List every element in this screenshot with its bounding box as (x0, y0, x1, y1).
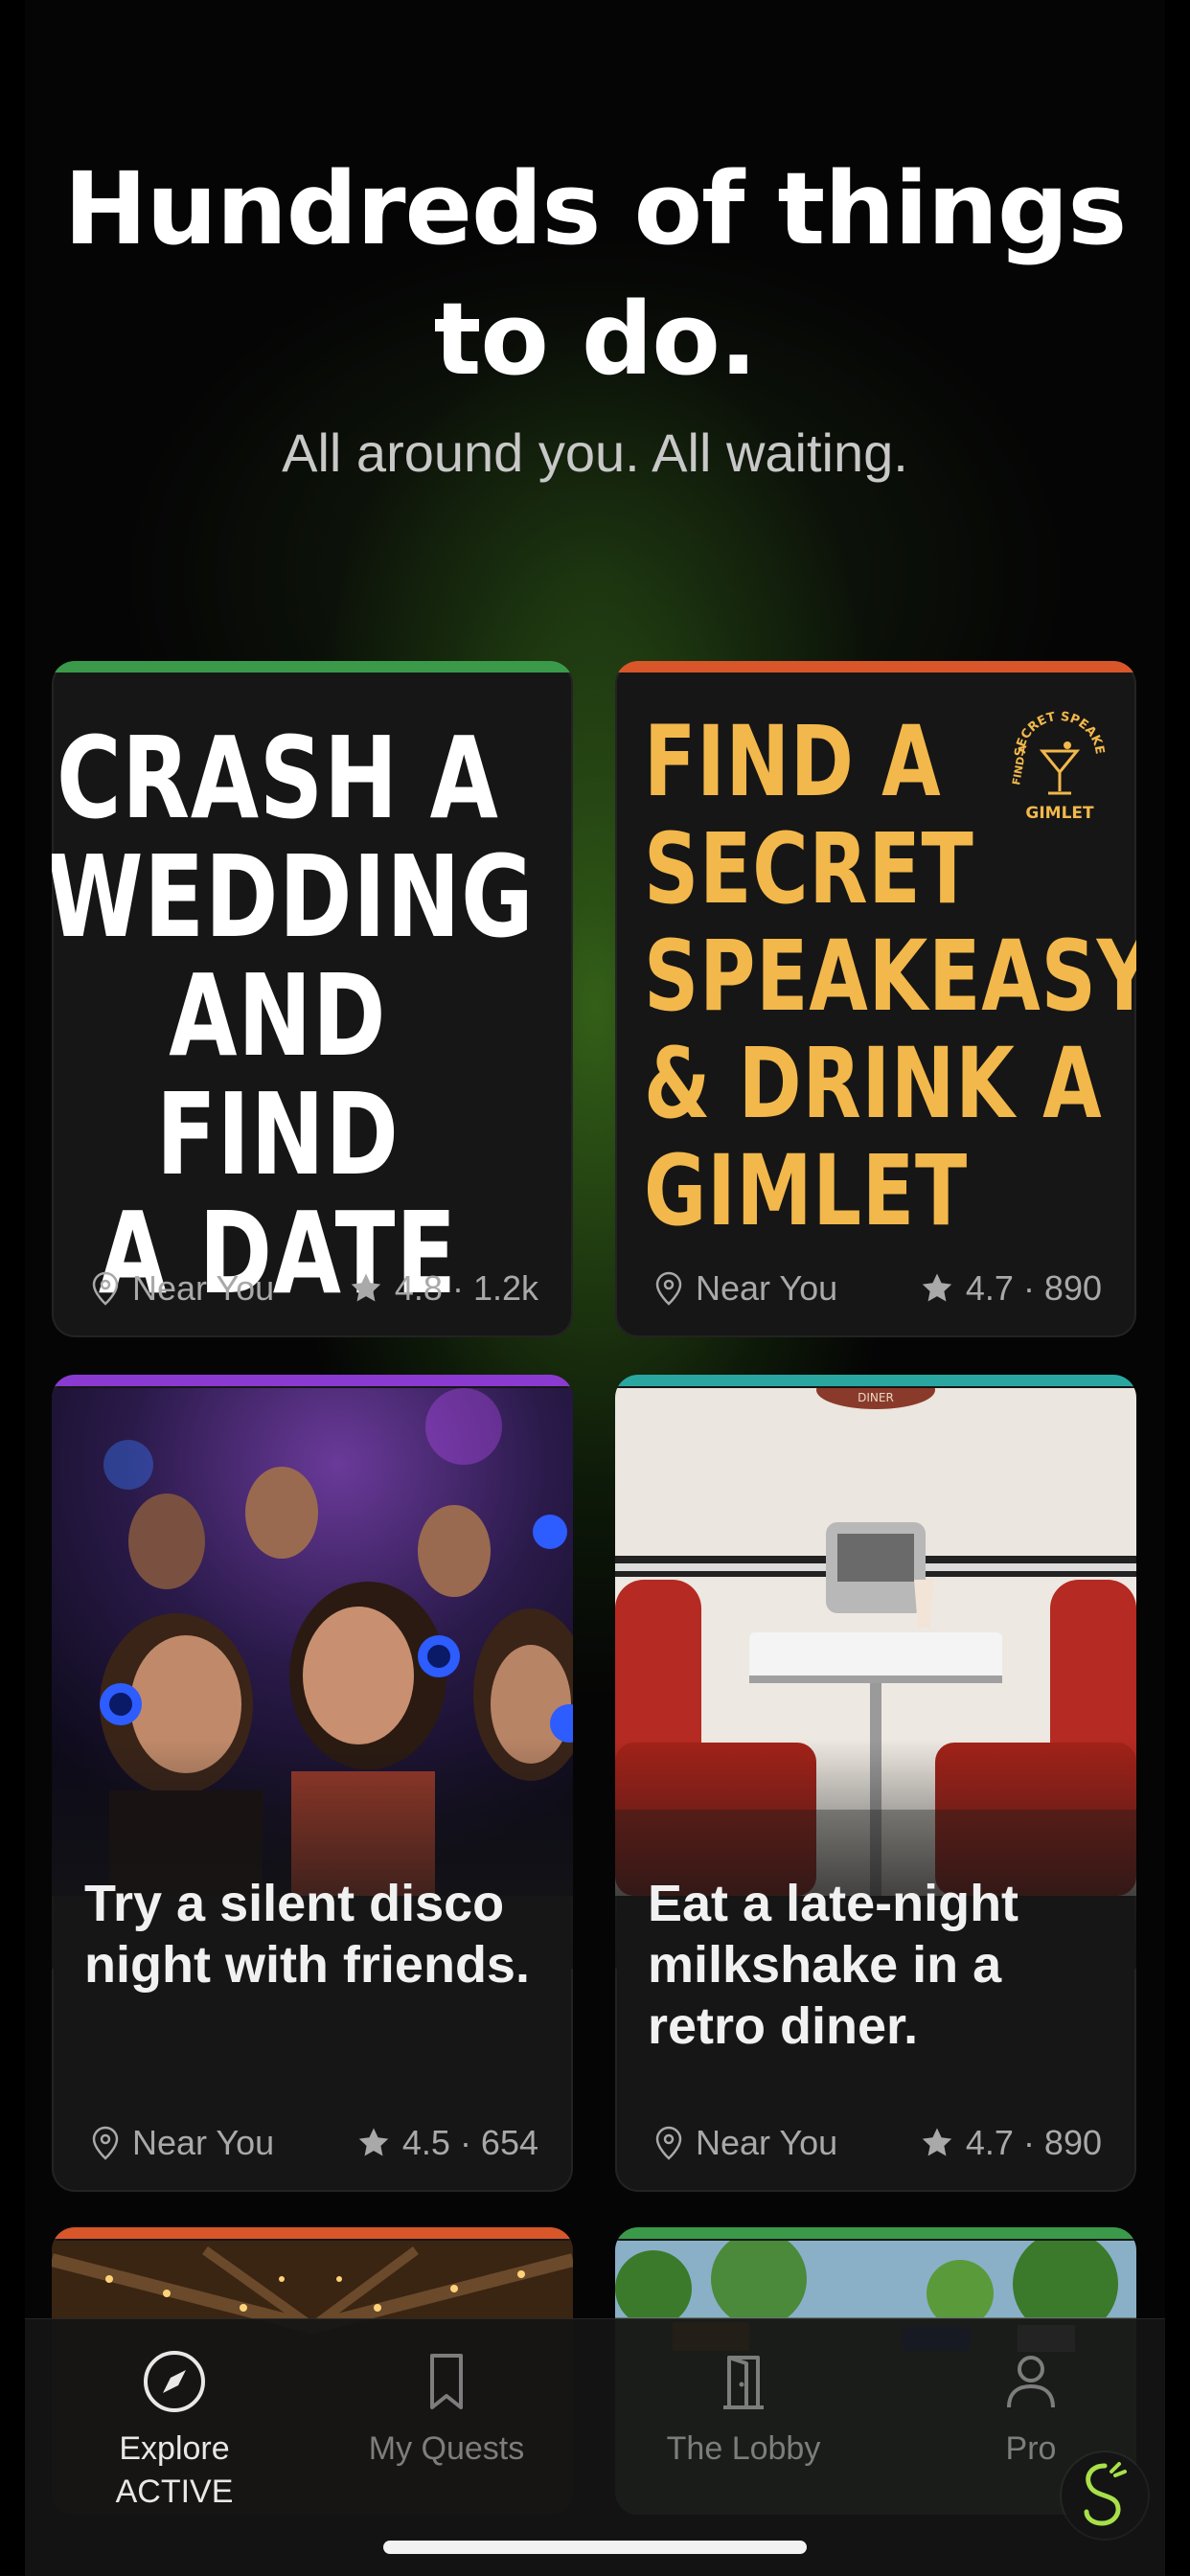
gimlet-badge-icon: SECRET SPEAKEASY GIMLET FIND A (1006, 711, 1107, 823)
rating-label: 4.7 · 890 (965, 2123, 1102, 2162)
tab-bar: Explore ACTIVE My Quests The Lobby Pro (25, 2318, 1165, 2576)
home-indicator[interactable] (383, 2541, 807, 2554)
card-accent-bar (615, 661, 1136, 672)
badge-word: GIMLET (1025, 804, 1094, 823)
rating-label: 4.5 · 654 (401, 2123, 538, 2162)
tab-explore-status: ACTIVE (115, 2473, 234, 2510)
star-icon (922, 1273, 952, 1302)
badge-side-text: FIND A (1010, 743, 1029, 786)
rating-label: 4.7 · 890 (965, 1268, 1102, 1308)
tab-explore-label: Explore (119, 2430, 230, 2467)
quest-card-silent-disco[interactable]: Try a silent disco night with friends. N… (52, 1375, 573, 2192)
card-accent-bar (52, 2227, 573, 2239)
card-footer: Near You 4.7 · 890 (653, 2121, 1102, 2165)
card-footer: Near You 4.7 · 890 (653, 1266, 1102, 1311)
card-footer: Near You 4.8 · 1.2k (90, 1266, 538, 1311)
tab-my-quests-label: My Quests (368, 2430, 525, 2467)
diner-sign-text: DINER (858, 1391, 894, 1404)
quest-caption: Try a silent disco night with friends. (84, 1875, 530, 1994)
tab-profile[interactable]: Pro (906, 2348, 1156, 2468)
bookmark-icon (430, 2354, 463, 2409)
location-label: Near You (132, 1268, 275, 1308)
card-accent-bar (615, 1375, 1136, 1386)
compass-icon (144, 2351, 205, 2412)
door-icon (723, 2356, 764, 2409)
card-accent-bar (52, 661, 573, 672)
page-title: Hundreds of things to do. (63, 150, 1128, 398)
page-subtitle: All around you. All waiting. (282, 422, 908, 483)
quest-caption: Eat a late-night milkshake in a retro di… (648, 1875, 1019, 2055)
card-accent-bar (52, 1375, 573, 1386)
location-pin-icon (92, 1271, 119, 1306)
card-footer: Near You 4.5 · 654 (90, 2121, 538, 2165)
tab-the-lobby[interactable]: The Lobby (619, 2348, 868, 2468)
person-icon (1007, 2356, 1055, 2408)
star-icon (358, 2128, 389, 2156)
poster-title: CRASH A WEDDING AND FIND A DATE (52, 712, 535, 1319)
tab-explore[interactable]: Explore ACTIVE (50, 2348, 299, 2511)
tab-my-quests[interactable]: My Quests (322, 2348, 571, 2468)
location-label: Near You (696, 1268, 838, 1308)
location-pin-icon (655, 1271, 682, 1306)
quest-card-retro-diner[interactable]: DINER Eat a late-night milkshake in a re… (615, 1375, 1136, 2192)
quest-card-secret-speakeasy[interactable]: FIND A SECRET SPEAKEASY & DRINK A GIMLET… (615, 661, 1136, 1337)
card-accent-bar (615, 2227, 1136, 2239)
app-logo-button[interactable] (1062, 2452, 1148, 2539)
location-pin-icon (655, 2126, 682, 2160)
rating-label: 4.8 · 1.2k (394, 1268, 538, 1308)
location-pin-icon (92, 2126, 119, 2160)
logo-icon (1084, 2462, 1127, 2526)
location-label: Near You (696, 2123, 838, 2162)
quest-card-crash-wedding[interactable]: CRASH A WEDDING AND FIND A DATE Near You… (52, 661, 573, 1337)
location-label: Near You (132, 2123, 275, 2162)
star-icon (351, 1273, 381, 1302)
tab-the-lobby-label: The Lobby (666, 2430, 821, 2467)
star-icon (922, 2128, 952, 2156)
